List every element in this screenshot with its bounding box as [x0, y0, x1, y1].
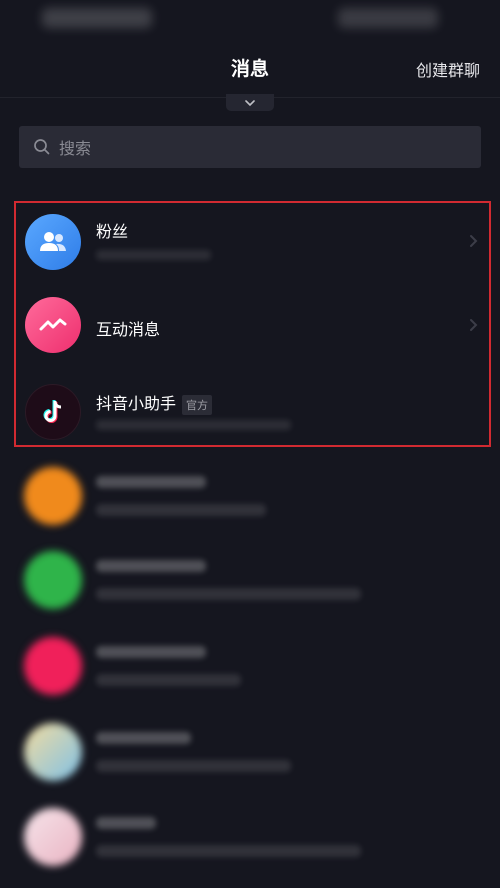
blurred-subtitle — [96, 588, 361, 600]
search-placeholder: 搜索 — [59, 139, 92, 158]
chevron-down-icon — [245, 99, 255, 106]
list-item-title: 互动消息 — [96, 320, 161, 339]
list-item-interactions[interactable]: 互动消息 — [0, 286, 500, 366]
tiktok-logo-icon — [43, 400, 62, 423]
official-badge: 官方 — [182, 394, 213, 415]
list-item-blurred[interactable] — [0, 540, 500, 620]
chevron-right-icon — [470, 235, 478, 247]
list-item-title-wrap: 抖音小助手 官方 — [96, 390, 213, 415]
interaction-icon — [39, 318, 67, 331]
pull-down-handle[interactable] — [226, 94, 274, 111]
blurred-title — [96, 476, 206, 488]
status-bar-right-blurred — [338, 8, 438, 28]
list-item-blurred[interactable] — [0, 797, 500, 877]
blurred-subtitle — [96, 845, 361, 857]
status-bar-left-blurred — [42, 8, 152, 28]
list-item-subtitle-blurred — [96, 250, 211, 260]
blurred-title — [96, 817, 156, 829]
avatar — [24, 808, 82, 866]
list-item-blurred[interactable] — [0, 456, 500, 536]
search-input[interactable]: 搜索 — [19, 126, 481, 168]
interactions-avatar — [25, 297, 81, 353]
list-item-subtitle-blurred — [96, 420, 291, 430]
list-item-title: 抖音小助手 — [96, 394, 177, 413]
blurred-title — [96, 646, 206, 658]
list-item-blurred[interactable] — [0, 712, 500, 792]
blurred-subtitle — [96, 504, 266, 516]
fans-icon — [40, 232, 66, 251]
avatar — [24, 723, 82, 781]
list-item-blurred[interactable] — [0, 626, 500, 706]
create-group-chat-button[interactable]: 创建群聊 — [416, 57, 480, 81]
blurred-subtitle — [96, 760, 291, 772]
blurred-title — [96, 560, 206, 572]
blurred-subtitle — [96, 674, 241, 686]
avatar — [24, 637, 82, 695]
nav-bar: 消息 创建群聊 — [0, 40, 500, 98]
avatar — [24, 467, 82, 525]
blurred-title — [96, 732, 191, 744]
list-item-fans[interactable]: 粉丝 — [0, 202, 500, 282]
list-item-title: 粉丝 — [96, 222, 129, 241]
search-icon — [34, 139, 50, 155]
douyin-assistant-avatar — [25, 384, 81, 440]
status-bar — [0, 0, 500, 40]
chevron-right-icon — [470, 319, 478, 331]
fans-avatar — [25, 214, 81, 270]
avatar — [24, 551, 82, 609]
list-item-douyin-assistant[interactable]: 抖音小助手 官方 — [0, 370, 500, 450]
